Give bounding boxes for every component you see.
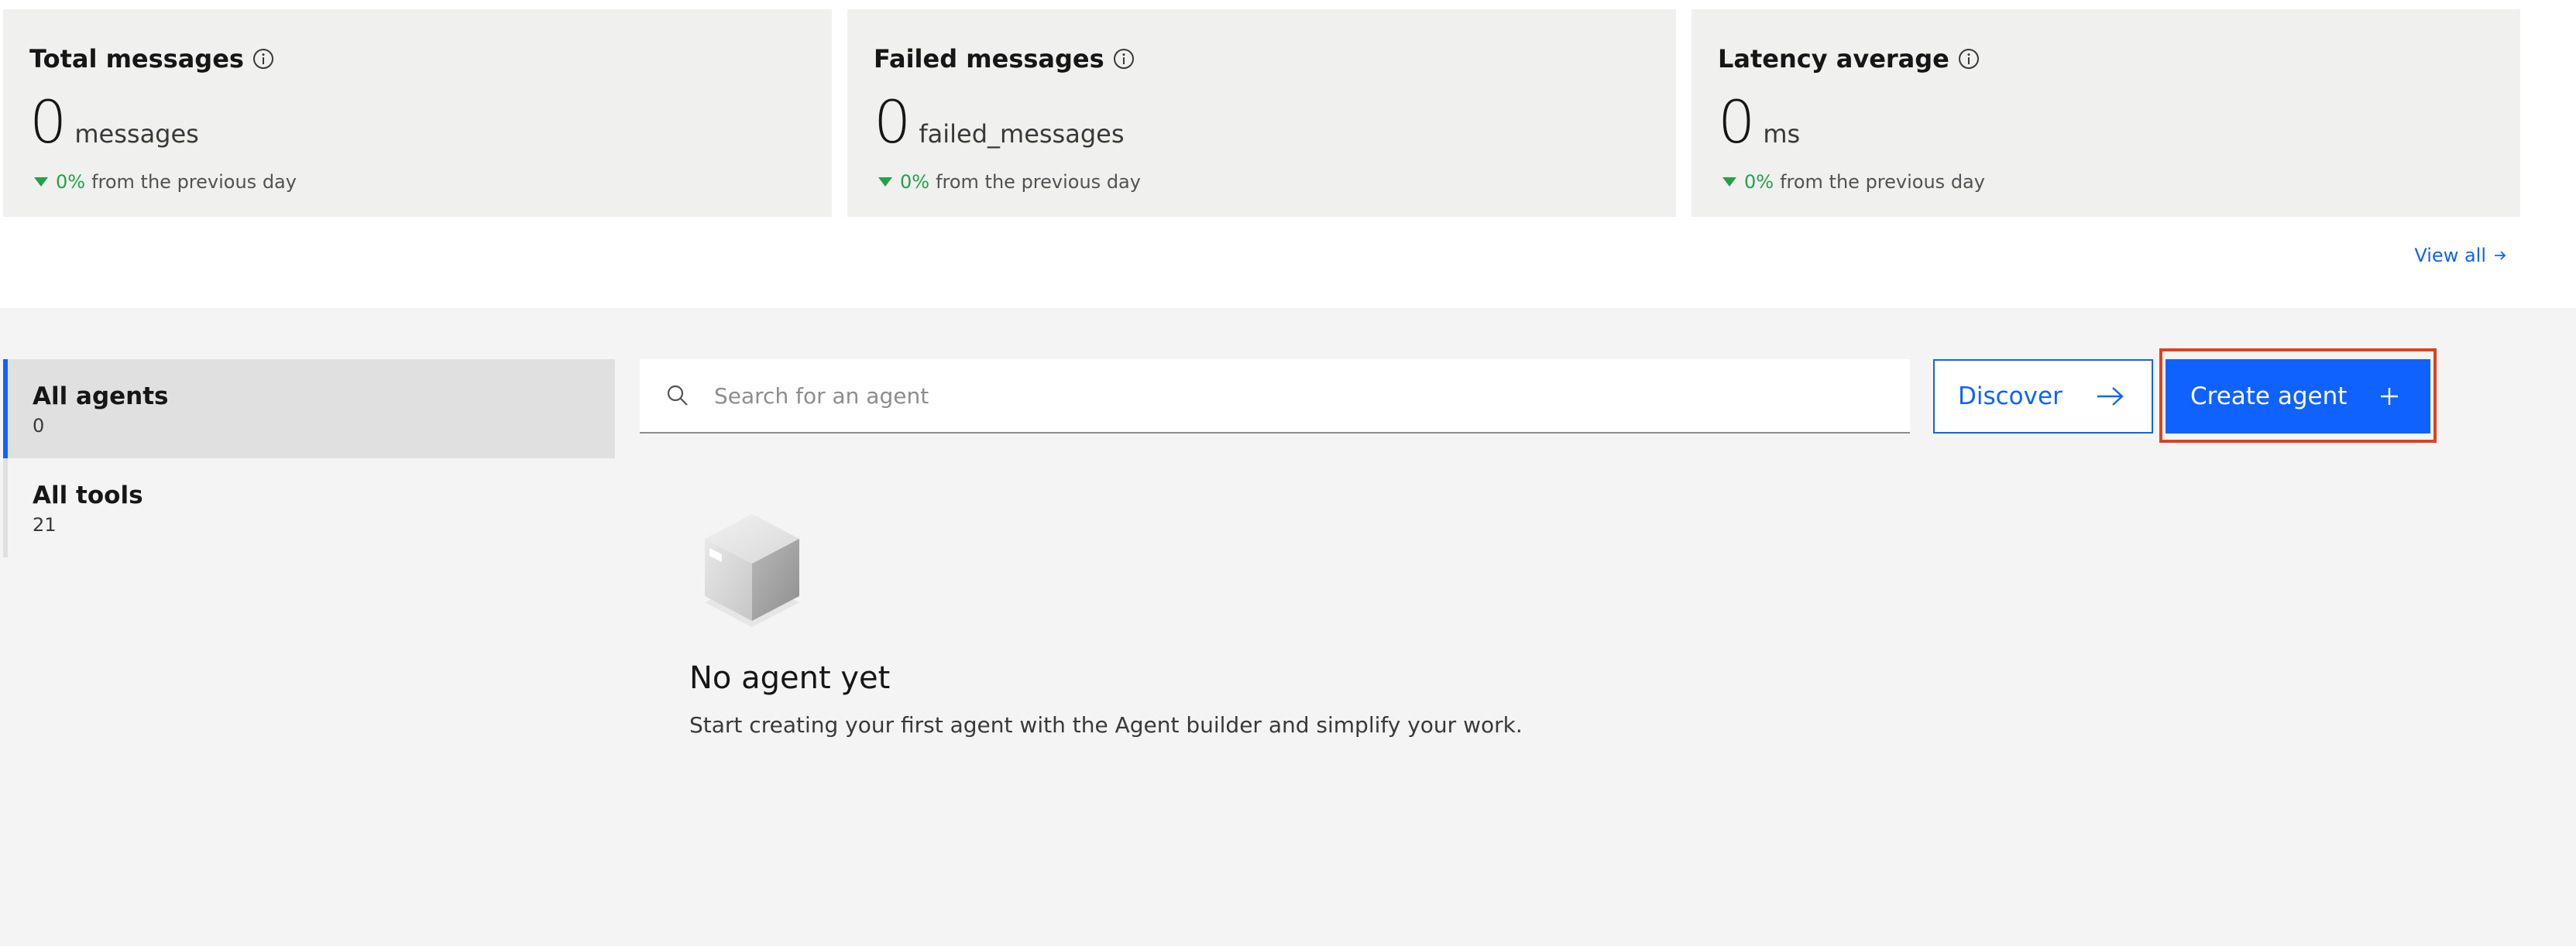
- info-icon[interactable]: [252, 47, 275, 70]
- metric-value-row: 0 messages: [29, 91, 805, 153]
- plus-icon: [2381, 388, 2398, 405]
- metric-value-row: 0 ms: [1718, 91, 2494, 153]
- arrow-right-icon: [2097, 387, 2124, 406]
- caret-down-icon: [1722, 177, 1736, 187]
- search-box: [640, 359, 1910, 434]
- metric-card-latency-average: Latency average 0 ms 0% from the previou…: [1692, 9, 2520, 217]
- metric-value: 0: [1718, 87, 1756, 156]
- metric-value: 0: [874, 87, 912, 156]
- trend-percent: 0%: [56, 171, 86, 193]
- metric-title: Failed messages: [874, 37, 1650, 81]
- empty-box-icon: [705, 514, 799, 627]
- app-root: Total messages 0 messages 0% from the pr…: [0, 0, 2576, 946]
- search-icon: [667, 385, 688, 406]
- discover-button-label: Discover: [1958, 382, 2063, 410]
- discover-button[interactable]: Discover: [1933, 359, 2153, 434]
- trend-text: from the previous day: [91, 171, 297, 193]
- metric-value: 0: [29, 87, 67, 156]
- nav-item-count: 21: [33, 514, 57, 536]
- trend-text: from the previous day: [1780, 171, 1985, 193]
- metric-title-label: Latency average: [1718, 44, 1949, 74]
- empty-state-description: Start creating your first agent with the…: [689, 712, 1523, 738]
- info-icon[interactable]: [1957, 47, 1980, 70]
- side-nav: All agents 0 All tools 21: [3, 359, 615, 557]
- metric-title-label: Failed messages: [874, 44, 1104, 74]
- trend-text: from the previous day: [936, 171, 1141, 193]
- nav-item-count: 0: [33, 415, 45, 437]
- metric-title: Total messages: [29, 37, 805, 81]
- view-all-link[interactable]: View all: [2414, 245, 2508, 266]
- metric-trend: 0% from the previous day: [1718, 169, 2494, 195]
- metric-trend: 0% from the previous day: [874, 169, 1650, 195]
- caret-down-icon: [878, 177, 892, 187]
- view-all-label: View all: [2414, 245, 2486, 266]
- trend-percent: 0%: [900, 171, 930, 193]
- metric-title-label: Total messages: [29, 44, 244, 74]
- agents-section: All agents 0 All tools 21 Discover Creat…: [0, 308, 2576, 946]
- info-icon[interactable]: [1112, 47, 1135, 70]
- metric-title: Latency average: [1718, 37, 2494, 81]
- nav-item-label: All agents: [33, 382, 169, 410]
- nav-item-all-tools[interactable]: All tools 21: [3, 458, 615, 557]
- arrow-right-icon: [2495, 251, 2506, 260]
- metric-trend: 0% from the previous day: [29, 169, 805, 195]
- metric-unit: ms: [1763, 119, 1801, 149]
- empty-state-title: No agent yet: [689, 660, 891, 696]
- metric-card-total-messages: Total messages 0 messages 0% from the pr…: [3, 9, 832, 217]
- metric-card-failed-messages: Failed messages 0 failed_messages 0% fro…: [847, 9, 1676, 217]
- search-input[interactable]: [713, 361, 1910, 430]
- trend-percent: 0%: [1744, 171, 1774, 193]
- caret-down-icon: [34, 177, 48, 187]
- metrics-section: Total messages 0 messages 0% from the pr…: [0, 0, 2576, 308]
- nav-item-label: All tools: [33, 482, 143, 509]
- metric-value-row: 0 failed_messages: [874, 91, 1650, 153]
- empty-state: No agent yet Start creating your first a…: [689, 512, 1523, 738]
- metric-unit: failed_messages: [919, 119, 1125, 149]
- nav-item-all-agents[interactable]: All agents 0: [3, 359, 615, 458]
- metric-unit: messages: [74, 119, 199, 149]
- create-agent-button-label: Create agent: [2190, 382, 2348, 410]
- create-agent-button[interactable]: Create agent: [2166, 359, 2430, 434]
